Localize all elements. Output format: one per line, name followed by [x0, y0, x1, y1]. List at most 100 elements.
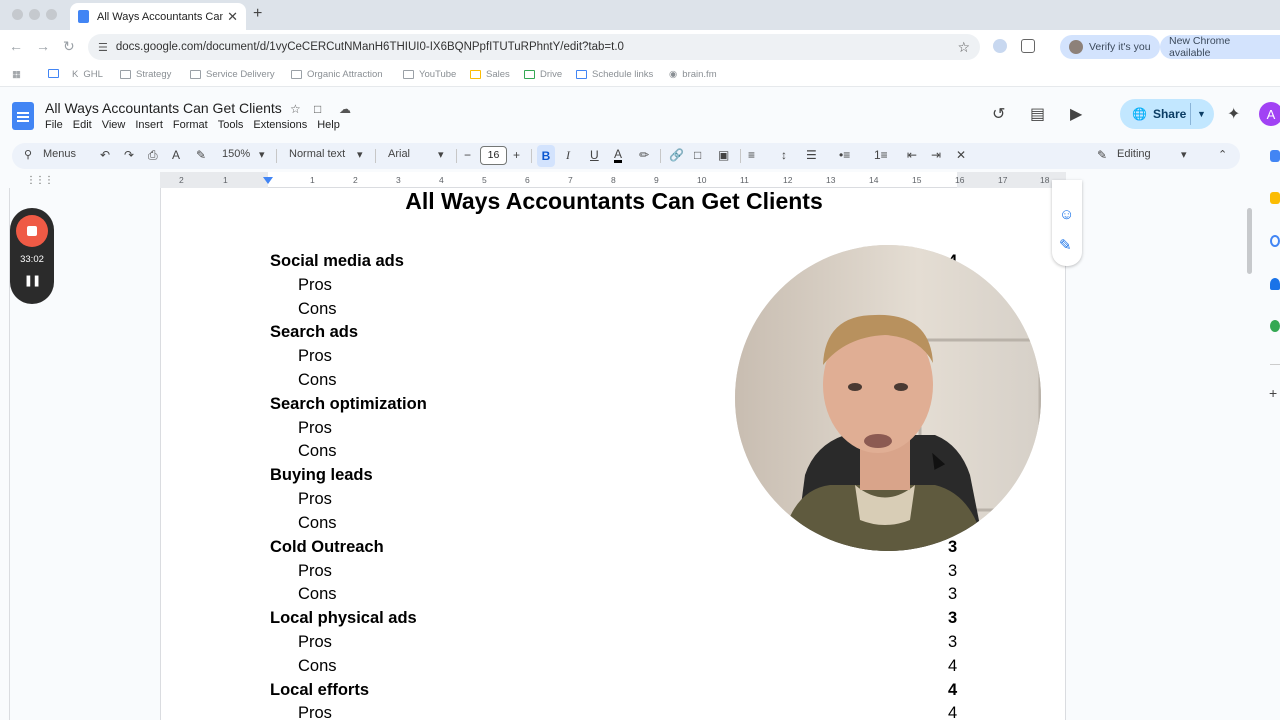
- checklist-icon[interactable]: ☰: [806, 148, 817, 162]
- back-arrow-icon[interactable]: ←: [9, 38, 23, 54]
- maps-icon[interactable]: [1270, 320, 1280, 332]
- menu-extensions[interactable]: Extensions: [253, 119, 307, 131]
- tasks-icon[interactable]: [1270, 235, 1280, 247]
- indent-marker-icon[interactable]: [263, 177, 273, 184]
- calendar-icon[interactable]: [1270, 150, 1280, 162]
- tab-outline-icon[interactable]: ⋮⋮⋮: [26, 175, 54, 186]
- menu-tools[interactable]: Tools: [218, 119, 244, 131]
- add-comment-icon[interactable]: □: [694, 148, 701, 162]
- menu-insert[interactable]: Insert: [135, 119, 163, 131]
- menu-view[interactable]: View: [102, 119, 126, 131]
- bulleted-list-icon[interactable]: •≡: [839, 148, 850, 162]
- keep-icon[interactable]: [1270, 192, 1280, 204]
- bookmark-ghl[interactable]: K GHL: [72, 69, 103, 80]
- webcam-overlay[interactable]: [735, 245, 1041, 551]
- window-maximize-button[interactable]: [46, 9, 57, 20]
- contacts-icon[interactable]: [1270, 278, 1280, 290]
- reload-icon[interactable]: ↻: [63, 38, 75, 55]
- browser-tab-active[interactable]: All Ways Accountants Can Ge ✕: [70, 3, 246, 30]
- verify-profile-button[interactable]: Verify it's you: [1060, 35, 1160, 59]
- cloud-status-icon[interactable]: ☁: [339, 102, 351, 116]
- insert-link-icon[interactable]: 🔗: [669, 148, 684, 162]
- bookmark-sales[interactable]: Sales: [470, 69, 510, 80]
- spellcheck-icon[interactable]: A: [172, 148, 180, 162]
- align-icon[interactable]: ≡: [748, 148, 755, 162]
- horizontal-ruler[interactable]: 2 1 1 2 3 4 5 6 7 8 9 10 11 12 13 14 15 …: [160, 172, 1066, 188]
- chevron-down-icon[interactable]: ▾: [357, 148, 363, 161]
- tab-close-icon[interactable]: ✕: [227, 9, 238, 25]
- menu-help[interactable]: Help: [317, 119, 340, 131]
- insert-image-icon[interactable]: ▣: [718, 148, 729, 162]
- text-color-button[interactable]: A: [614, 148, 623, 163]
- italic-button[interactable]: I: [566, 148, 570, 163]
- forward-arrow-icon[interactable]: →: [36, 38, 50, 54]
- clear-formatting-icon[interactable]: ✕: [956, 148, 966, 162]
- bookmark-calendar[interactable]: [48, 69, 64, 78]
- move-folder-icon[interactable]: □: [314, 102, 321, 116]
- apps-grid-icon[interactable]: ▦: [12, 69, 21, 80]
- meet-camera-icon[interactable]: ▶: [1070, 104, 1082, 124]
- extension-icon[interactable]: [993, 39, 1007, 53]
- zoom-select[interactable]: 150%: [222, 148, 250, 160]
- redo-icon[interactable]: ↷: [124, 148, 134, 162]
- menu-edit[interactable]: Edit: [73, 119, 92, 131]
- emoji-reaction-icon[interactable]: ☺: [1059, 206, 1074, 223]
- collapse-menus-icon[interactable]: ⌃: [1218, 148, 1227, 161]
- paragraph-style-select[interactable]: Normal text: [289, 148, 345, 160]
- undo-icon[interactable]: ↶: [100, 148, 110, 162]
- ruler-number: 3: [396, 175, 401, 185]
- search-menus[interactable]: Menus: [43, 148, 76, 160]
- window-minimize-button[interactable]: [29, 9, 40, 20]
- decrease-font-size-icon[interactable]: −: [464, 148, 471, 162]
- bookmark-star-icon[interactable]: ☆: [957, 39, 970, 56]
- bookmark-youtube[interactable]: YouTube: [403, 69, 456, 80]
- gemini-sparkle-icon[interactable]: ✦: [1227, 104, 1240, 124]
- share-button[interactable]: 🌐 Share ▼: [1120, 99, 1214, 129]
- window-close-button[interactable]: [12, 9, 23, 20]
- scrollbar-thumb[interactable]: [1247, 208, 1252, 274]
- editing-mode-select[interactable]: Editing: [1117, 148, 1151, 160]
- google-docs-logo-icon[interactable]: [12, 102, 34, 130]
- bookmark-strategy[interactable]: Strategy: [120, 69, 171, 80]
- line-spacing-icon[interactable]: ↕: [781, 148, 787, 162]
- chevron-down-icon[interactable]: ▾: [438, 148, 444, 161]
- chrome-update-button[interactable]: New Chrome available: [1160, 35, 1280, 59]
- font-select[interactable]: Arial: [388, 148, 410, 160]
- suggest-edits-icon[interactable]: ✎: [1059, 236, 1072, 254]
- chevron-down-icon[interactable]: ▾: [1181, 148, 1187, 161]
- decrease-indent-icon[interactable]: ⇤: [907, 148, 917, 162]
- document-title[interactable]: All Ways Accountants Can Get Clients: [45, 100, 282, 116]
- highlight-color-icon[interactable]: ✏: [639, 148, 649, 162]
- bookmark-brain-fm[interactable]: ◉ brain.fm: [669, 69, 717, 80]
- address-bar[interactable]: ☰ docs.google.com/document/d/1vyCeCERCut…: [88, 34, 980, 60]
- chevron-down-icon[interactable]: ▾: [259, 148, 265, 161]
- increase-font-size-icon[interactable]: +: [513, 148, 520, 162]
- increase-indent-icon[interactable]: ⇥: [931, 148, 941, 162]
- bold-button[interactable]: B: [537, 145, 555, 167]
- menu-format[interactable]: Format: [173, 119, 208, 131]
- menu-file[interactable]: File: [45, 119, 63, 131]
- extensions-puzzle-icon[interactable]: [1021, 39, 1035, 53]
- site-info-icon[interactable]: ☰: [98, 41, 108, 54]
- chevron-down-icon[interactable]: ▼: [1197, 109, 1206, 119]
- new-tab-button[interactable]: +: [253, 5, 262, 23]
- paint-format-icon[interactable]: ✎: [196, 148, 206, 162]
- add-addon-icon[interactable]: +: [1269, 385, 1277, 401]
- star-icon[interactable]: ☆: [290, 102, 301, 116]
- bookmark-schedule-links[interactable]: Schedule links: [576, 69, 653, 80]
- account-avatar[interactable]: A: [1259, 102, 1280, 126]
- pause-recording-button[interactable]: ❚❚: [10, 274, 54, 287]
- stop-recording-button[interactable]: [16, 215, 48, 247]
- numbered-list-icon[interactable]: 1≡: [874, 148, 888, 162]
- version-history-icon[interactable]: ↺: [992, 104, 1005, 124]
- search-menus-icon[interactable]: ⚲: [24, 148, 32, 161]
- comments-icon[interactable]: ▤: [1030, 104, 1045, 124]
- bookmark-drive[interactable]: Drive: [524, 69, 562, 80]
- url-text: docs.google.com/document/d/1vyCeCERCutNM…: [115, 41, 624, 53]
- font-size-input[interactable]: 16: [480, 146, 507, 165]
- bookmark-service-delivery[interactable]: Service Delivery: [190, 69, 275, 80]
- bookmark-organic-attraction[interactable]: Organic Attraction: [291, 69, 383, 80]
- underline-button[interactable]: U: [590, 148, 599, 162]
- vertical-ruler[interactable]: [0, 188, 10, 720]
- print-icon[interactable]: ⎙: [148, 148, 158, 163]
